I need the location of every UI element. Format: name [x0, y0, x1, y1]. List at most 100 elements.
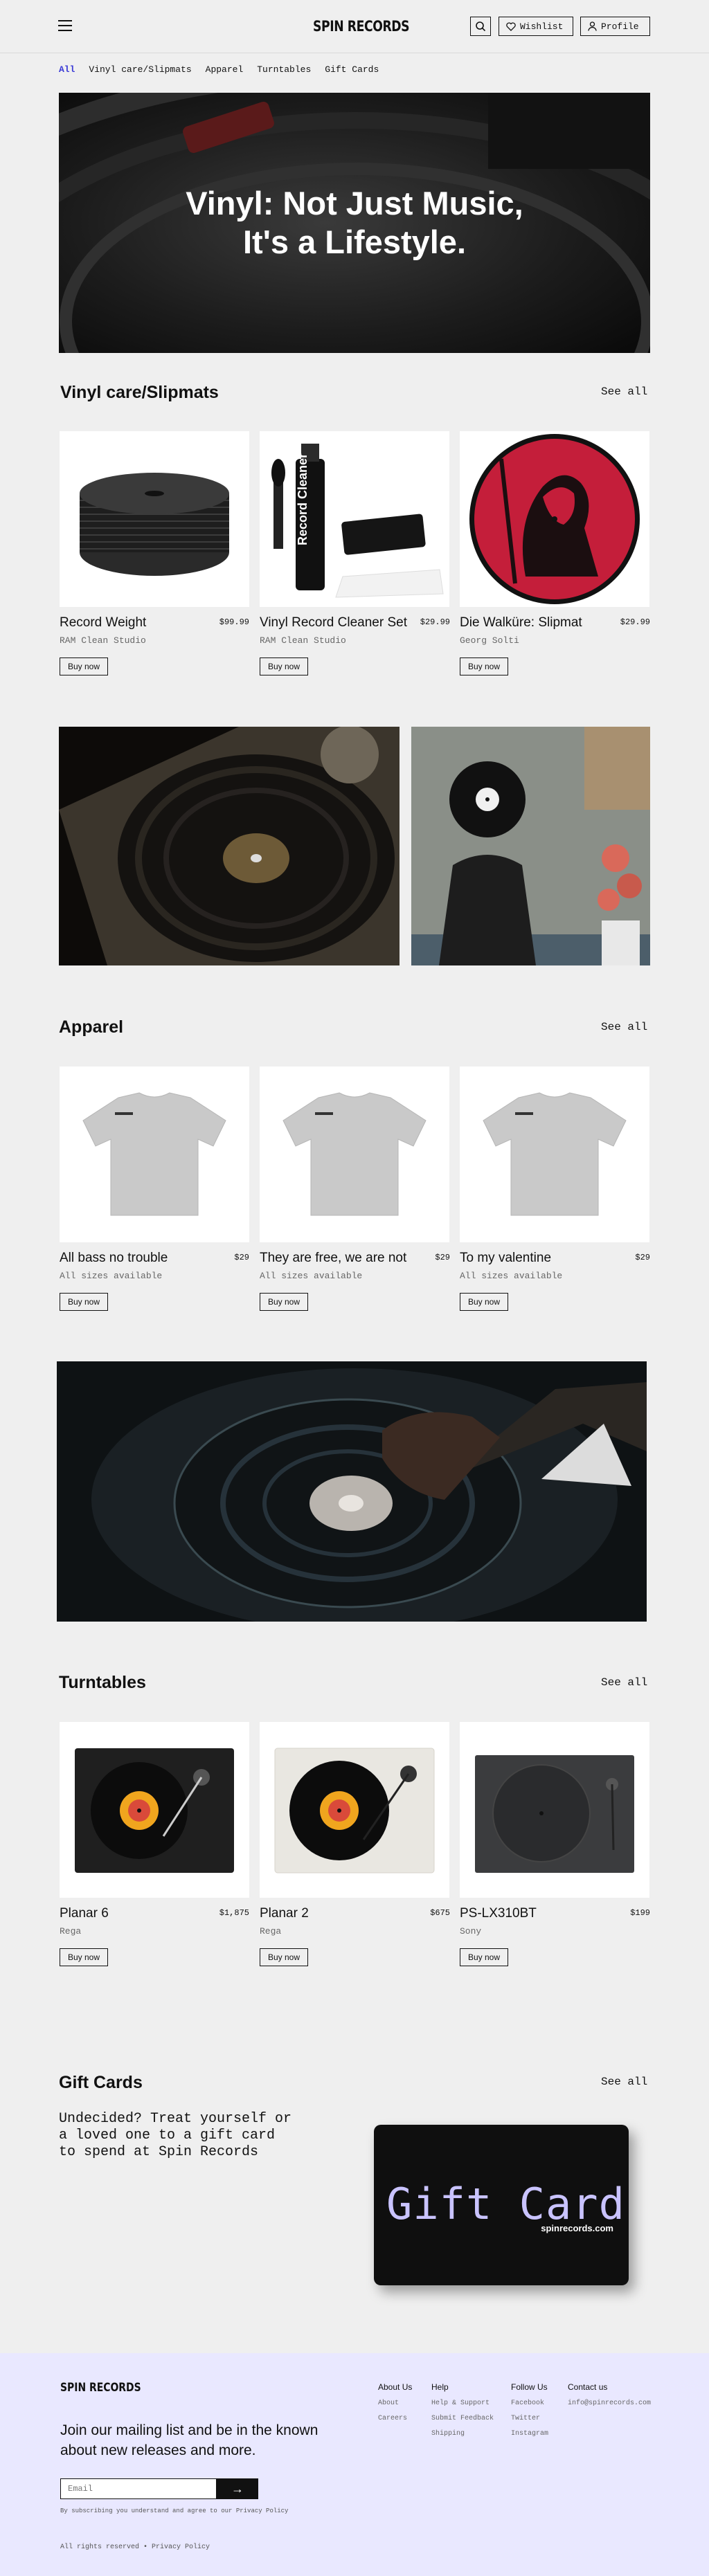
- product-name[interactable]: PS-LX310BT: [460, 1906, 537, 1921]
- hero-title-line1: Vinyl: Not Just Music,: [186, 185, 523, 221]
- product-name[interactable]: Planar 6: [60, 1906, 109, 1921]
- footer-link[interactable]: Facebook: [511, 2400, 548, 2407]
- footer-link[interactable]: Shipping: [431, 2430, 494, 2438]
- product-image-tshirt[interactable]: [460, 1067, 649, 1242]
- buy-now-button[interactable]: Buy now: [260, 1948, 308, 1966]
- footer-col-contact: Contact us info@spinrecords.com: [568, 2382, 651, 2415]
- section-title-turntables: Turntables: [59, 1673, 146, 1692]
- nav-item-all[interactable]: All: [59, 64, 75, 75]
- footer-link[interactable]: Submit Feedback: [431, 2415, 494, 2422]
- hero-banner: Vinyl: Not Just Music, It's a Lifestyle.: [59, 93, 650, 353]
- product-price: $29: [234, 1253, 249, 1262]
- product-price: $1,875: [219, 1908, 249, 1918]
- category-nav: All Vinyl care/Slipmats Apparel Turntabl…: [59, 64, 379, 75]
- gift-card-description: Undecided? Treat yourself or a loved one…: [59, 2111, 292, 2160]
- site-footer: SPIN RECORDS Join our mailing list and b…: [0, 2353, 709, 2576]
- product-name[interactable]: They are free, we are not: [260, 1251, 406, 1266]
- newsletter-submit-button[interactable]: →: [217, 2478, 258, 2499]
- heart-icon: [506, 21, 516, 31]
- gift-card-image[interactable]: Gift Card spinrecords.com: [374, 2125, 629, 2285]
- product-price: $675: [430, 1908, 450, 1918]
- newsletter-pitch: Join our mailing list and be in the know…: [60, 2422, 318, 2458]
- wishlist-label: Wishlist: [520, 21, 564, 32]
- product-name[interactable]: Vinyl Record Cleaner Set: [260, 615, 407, 631]
- product-brand: Rega: [60, 1926, 82, 1936]
- footer-rights: All rights reserved • Privacy Policy: [60, 2543, 210, 2551]
- vinyl-portrait-photo: [411, 727, 650, 965]
- newsletter-email-input[interactable]: [60, 2478, 217, 2499]
- footer-link[interactable]: Instagram: [511, 2430, 548, 2438]
- see-all-gift-cards[interactable]: See all: [601, 2076, 647, 2088]
- cleaner-bottle-label: Record Cleaner: [296, 453, 309, 545]
- wishlist-button[interactable]: Wishlist: [499, 17, 573, 36]
- product-image-ps-lx310bt[interactable]: [460, 1722, 649, 1898]
- product-brand: Rega: [260, 1926, 282, 1936]
- product-sizes: All sizes available: [260, 1271, 363, 1281]
- buy-now-button[interactable]: Buy now: [60, 1293, 108, 1311]
- product-name[interactable]: To my valentine: [460, 1251, 551, 1266]
- see-all-turntables[interactable]: See all: [601, 1676, 647, 1689]
- section-title-vinyl-care: Vinyl care/Slipmats: [60, 383, 219, 402]
- menu-icon[interactable]: [58, 20, 72, 31]
- buy-now-button[interactable]: Buy now: [460, 1948, 508, 1966]
- footer-col-follow: Follow Us Facebook Twitter Instagram: [511, 2382, 548, 2445]
- product-name[interactable]: Die Walküre: Slipmat: [460, 615, 582, 631]
- product-sizes: All sizes available: [460, 1271, 563, 1281]
- see-all-apparel[interactable]: See all: [601, 1021, 647, 1033]
- product-image-planar-6[interactable]: [60, 1722, 249, 1898]
- nav-item-apparel[interactable]: Apparel: [206, 64, 244, 75]
- search-icon: [476, 21, 486, 32]
- product-price: $29.99: [420, 617, 450, 627]
- footer-link[interactable]: Help & Support: [431, 2400, 494, 2407]
- product-name[interactable]: Record Weight: [60, 615, 146, 631]
- section-title-apparel: Apparel: [59, 1017, 124, 1037]
- gift-card-title: Gift Card: [386, 2179, 625, 2229]
- turntable-hand-photo: [57, 1361, 647, 1622]
- hero-title-line2: It's a Lifestyle.: [242, 224, 467, 260]
- nav-item-gift-cards[interactable]: Gift Cards: [325, 64, 379, 75]
- hero-title: Vinyl: Not Just Music, It's a Lifestyle.: [59, 184, 650, 262]
- product-brand: Georg Solti: [460, 635, 519, 646]
- buy-now-button[interactable]: Buy now: [60, 1948, 108, 1966]
- product-image-tshirt[interactable]: [60, 1067, 249, 1242]
- buy-now-button[interactable]: Buy now: [260, 1293, 308, 1311]
- profile-button[interactable]: Profile: [580, 17, 650, 36]
- user-icon: [588, 21, 597, 31]
- site-header: SPIN RECORDS Wishlist Profile: [0, 0, 709, 53]
- product-price: $29.99: [620, 617, 650, 627]
- product-price: $29: [635, 1253, 650, 1262]
- product-price: $29: [435, 1253, 450, 1262]
- footer-link[interactable]: About: [378, 2400, 412, 2407]
- footer-col-heading: Help: [431, 2382, 449, 2392]
- product-name[interactable]: Planar 2: [260, 1906, 309, 1921]
- product-name[interactable]: All bass no trouble: [60, 1251, 168, 1266]
- gift-card-url: spinrecords.com: [541, 2223, 613, 2233]
- product-image-slipmat[interactable]: [460, 431, 649, 607]
- gramophone-photo: [59, 727, 400, 965]
- product-sizes: All sizes available: [60, 1271, 163, 1281]
- search-button[interactable]: [470, 17, 491, 36]
- product-image-planar-2[interactable]: [260, 1722, 449, 1898]
- footer-col-help: Help Help & Support Submit Feedback Ship…: [431, 2382, 494, 2445]
- footer-logo[interactable]: SPIN RECORDS: [60, 2381, 141, 2395]
- nav-item-turntables[interactable]: Turntables: [257, 64, 311, 75]
- arrow-right-icon: →: [231, 2481, 244, 2496]
- buy-now-button[interactable]: Buy now: [60, 657, 108, 675]
- buy-now-button[interactable]: Buy now: [460, 1293, 508, 1311]
- site-logo[interactable]: SPIN RECORDS: [313, 18, 410, 35]
- see-all-vinyl-care[interactable]: See all: [601, 386, 647, 398]
- buy-now-button[interactable]: Buy now: [460, 657, 508, 675]
- footer-link[interactable]: Careers: [378, 2415, 412, 2422]
- footer-email-link[interactable]: info@spinrecords.com: [568, 2400, 651, 2407]
- product-image-cleaner-set[interactable]: Record Cleaner: [260, 431, 449, 607]
- product-image-record-weight[interactable]: [60, 431, 249, 607]
- footer-col-about: About Us About Careers: [378, 2382, 412, 2430]
- nav-item-vinyl-care[interactable]: Vinyl care/Slipmats: [89, 64, 191, 75]
- buy-now-button[interactable]: Buy now: [260, 657, 308, 675]
- product-image-tshirt[interactable]: [260, 1067, 449, 1242]
- footer-col-heading: About Us: [378, 2382, 413, 2392]
- product-price: $199: [630, 1908, 650, 1918]
- product-price: $99.99: [219, 617, 249, 627]
- footer-link[interactable]: Twitter: [511, 2415, 548, 2422]
- footer-col-heading: Follow Us: [511, 2382, 548, 2392]
